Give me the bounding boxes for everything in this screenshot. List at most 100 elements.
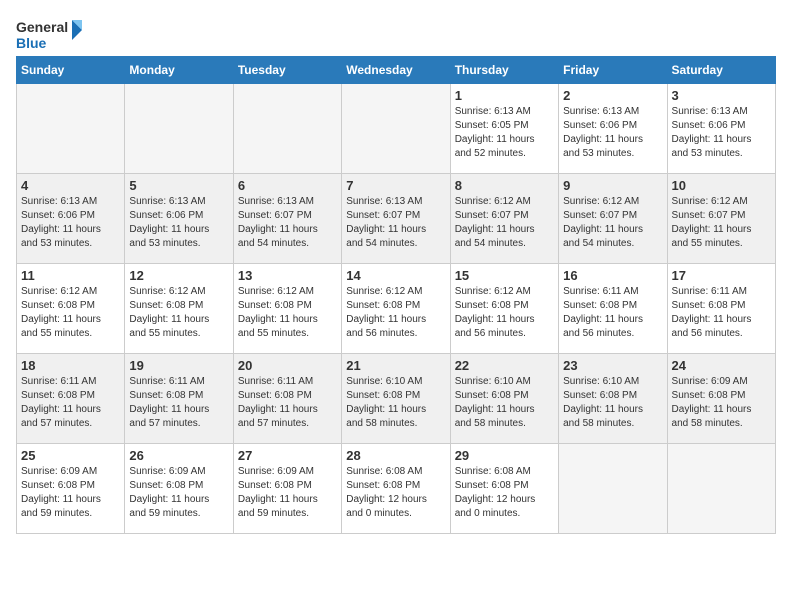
calendar-cell: 24 Sunrise: 6:09 AM Sunset: 6:08 PM Dayli…	[667, 354, 775, 444]
day-info: Sunrise: 6:11 AM Sunset: 6:08 PM Dayligh…	[672, 285, 771, 341]
day-number: 18	[21, 358, 120, 373]
day-number: 6	[238, 178, 337, 193]
calendar-cell: 28 Sunrise: 6:08 AM Sunset: 6:08 PM Dayli…	[342, 444, 450, 534]
calendar-cell: 3 Sunrise: 6:13 AM Sunset: 6:06 PM Daylig…	[667, 84, 775, 174]
day-info: Sunrise: 6:13 AM Sunset: 6:06 PM Dayligh…	[129, 195, 228, 251]
day-number: 4	[21, 178, 120, 193]
calendar-cell: 23 Sunrise: 6:10 AM Sunset: 6:08 PM Dayli…	[559, 354, 667, 444]
day-number: 12	[129, 268, 228, 283]
calendar-table: SundayMondayTuesdayWednesdayThursdayFrid…	[16, 56, 776, 534]
day-number: 26	[129, 448, 228, 463]
day-info: Sunrise: 6:09 AM Sunset: 6:08 PM Dayligh…	[21, 465, 120, 521]
day-number: 11	[21, 268, 120, 283]
day-number: 3	[672, 88, 771, 103]
day-number: 29	[455, 448, 554, 463]
day-info: Sunrise: 6:11 AM Sunset: 6:08 PM Dayligh…	[21, 375, 120, 431]
calendar-cell: 2Sunrise: 6:13 AM Sunset: 6:06 PM Daylig…	[559, 84, 667, 174]
day-number: 2	[563, 88, 662, 103]
calendar-cell: 19 Sunrise: 6:11 AM Sunset: 6:08 PM Dayli…	[125, 354, 233, 444]
calendar-cell: 15 Sunrise: 6:12 AM Sunset: 6:08 PM Dayli…	[450, 264, 558, 354]
calendar-cell	[667, 444, 775, 534]
day-number: 16	[563, 268, 662, 283]
day-info: Sunrise: 6:12 AM Sunset: 6:08 PM Dayligh…	[455, 285, 554, 341]
calendar-cell: 12Sunrise: 6:12 AM Sunset: 6:08 PM Dayli…	[125, 264, 233, 354]
day-info: Sunrise: 6:13 AM Sunset: 6:05 PM Dayligh…	[455, 105, 554, 161]
header: GeneralBlue	[16, 16, 776, 52]
calendar-cell	[342, 84, 450, 174]
svg-text:Blue: Blue	[16, 35, 47, 51]
day-info: Sunrise: 6:10 AM Sunset: 6:08 PM Dayligh…	[563, 375, 662, 431]
calendar-cell: 9 Sunrise: 6:12 AM Sunset: 6:07 PM Daylig…	[559, 174, 667, 264]
calendar-cell: 5 Sunrise: 6:13 AM Sunset: 6:06 PM Daylig…	[125, 174, 233, 264]
calendar-cell: 27 Sunrise: 6:09 AM Sunset: 6:08 PM Dayli…	[233, 444, 341, 534]
day-info: Sunrise: 6:13 AM Sunset: 6:06 PM Dayligh…	[672, 105, 771, 161]
calendar-cell: 7Sunrise: 6:13 AM Sunset: 6:07 PM Daylig…	[342, 174, 450, 264]
calendar-cell	[17, 84, 125, 174]
day-info: Sunrise: 6:11 AM Sunset: 6:08 PM Dayligh…	[238, 375, 337, 431]
day-info: Sunrise: 6:12 AM Sunset: 6:07 PM Dayligh…	[563, 195, 662, 251]
day-info: Sunrise: 6:12 AM Sunset: 6:08 PM Dayligh…	[238, 285, 337, 341]
day-number: 23	[563, 358, 662, 373]
day-info: Sunrise: 6:13 AM Sunset: 6:07 PM Dayligh…	[346, 195, 445, 251]
day-number: 19	[129, 358, 228, 373]
weekday-header: Tuesday	[233, 57, 341, 84]
day-info: Sunrise: 6:12 AM Sunset: 6:08 PM Dayligh…	[21, 285, 120, 341]
day-number: 17	[672, 268, 771, 283]
calendar-cell: 8 Sunrise: 6:12 AM Sunset: 6:07 PM Daylig…	[450, 174, 558, 264]
day-info: Sunrise: 6:12 AM Sunset: 6:07 PM Dayligh…	[672, 195, 771, 251]
weekday-header: Sunday	[17, 57, 125, 84]
weekday-header: Thursday	[450, 57, 558, 84]
logo: GeneralBlue	[16, 16, 86, 52]
svg-text:General: General	[16, 19, 68, 35]
day-info: Sunrise: 6:09 AM Sunset: 6:08 PM Dayligh…	[238, 465, 337, 521]
day-number: 8	[455, 178, 554, 193]
day-number: 5	[129, 178, 228, 193]
calendar-cell: 10 Sunrise: 6:12 AM Sunset: 6:07 PM Dayli…	[667, 174, 775, 264]
day-info: Sunrise: 6:09 AM Sunset: 6:08 PM Dayligh…	[672, 375, 771, 431]
day-info: Sunrise: 6:08 AM Sunset: 6:08 PM Dayligh…	[455, 465, 554, 521]
day-info: Sunrise: 6:13 AM Sunset: 6:06 PM Dayligh…	[21, 195, 120, 251]
day-number: 13	[238, 268, 337, 283]
day-info: Sunrise: 6:08 AM Sunset: 6:08 PM Dayligh…	[346, 465, 445, 521]
logo-icon: GeneralBlue	[16, 16, 86, 52]
calendar-week-row: 1Sunrise: 6:13 AM Sunset: 6:05 PM Daylig…	[17, 84, 776, 174]
day-info: Sunrise: 6:12 AM Sunset: 6:07 PM Dayligh…	[455, 195, 554, 251]
calendar-cell: 18 Sunrise: 6:11 AM Sunset: 6:08 PM Dayli…	[17, 354, 125, 444]
day-info: Sunrise: 6:11 AM Sunset: 6:08 PM Dayligh…	[129, 375, 228, 431]
calendar-cell: 6 Sunrise: 6:13 AM Sunset: 6:07 PM Daylig…	[233, 174, 341, 264]
day-number: 9	[563, 178, 662, 193]
weekday-header: Monday	[125, 57, 233, 84]
day-number: 20	[238, 358, 337, 373]
calendar-cell: 4 Sunrise: 6:13 AM Sunset: 6:06 PM Daylig…	[17, 174, 125, 264]
calendar-cell: 26Sunrise: 6:09 AM Sunset: 6:08 PM Dayli…	[125, 444, 233, 534]
day-info: Sunrise: 6:13 AM Sunset: 6:07 PM Dayligh…	[238, 195, 337, 251]
day-number: 27	[238, 448, 337, 463]
weekday-header-row: SundayMondayTuesdayWednesdayThursdayFrid…	[17, 57, 776, 84]
calendar-week-row: 25 Sunrise: 6:09 AM Sunset: 6:08 PM Dayli…	[17, 444, 776, 534]
day-number: 24	[672, 358, 771, 373]
day-number: 22	[455, 358, 554, 373]
day-number: 25	[21, 448, 120, 463]
calendar-cell: 20 Sunrise: 6:11 AM Sunset: 6:08 PM Dayli…	[233, 354, 341, 444]
calendar-cell: 11 Sunrise: 6:12 AM Sunset: 6:08 PM Dayli…	[17, 264, 125, 354]
day-number: 10	[672, 178, 771, 193]
calendar-cell	[559, 444, 667, 534]
calendar-cell: 22 Sunrise: 6:10 AM Sunset: 6:08 PM Dayli…	[450, 354, 558, 444]
calendar-cell: 14Sunrise: 6:12 AM Sunset: 6:08 PM Dayli…	[342, 264, 450, 354]
day-number: 15	[455, 268, 554, 283]
weekday-header: Saturday	[667, 57, 775, 84]
day-number: 28	[346, 448, 445, 463]
day-info: Sunrise: 6:10 AM Sunset: 6:08 PM Dayligh…	[346, 375, 445, 431]
day-info: Sunrise: 6:10 AM Sunset: 6:08 PM Dayligh…	[455, 375, 554, 431]
weekday-header: Wednesday	[342, 57, 450, 84]
calendar-cell: 13 Sunrise: 6:12 AM Sunset: 6:08 PM Dayli…	[233, 264, 341, 354]
calendar-cell	[125, 84, 233, 174]
day-number: 21	[346, 358, 445, 373]
day-info: Sunrise: 6:11 AM Sunset: 6:08 PM Dayligh…	[563, 285, 662, 341]
calendar-cell: 1Sunrise: 6:13 AM Sunset: 6:05 PM Daylig…	[450, 84, 558, 174]
calendar-week-row: 18 Sunrise: 6:11 AM Sunset: 6:08 PM Dayli…	[17, 354, 776, 444]
day-number: 14	[346, 268, 445, 283]
calendar-week-row: 4 Sunrise: 6:13 AM Sunset: 6:06 PM Daylig…	[17, 174, 776, 264]
calendar-cell: 17 Sunrise: 6:11 AM Sunset: 6:08 PM Dayli…	[667, 264, 775, 354]
calendar-week-row: 11 Sunrise: 6:12 AM Sunset: 6:08 PM Dayli…	[17, 264, 776, 354]
